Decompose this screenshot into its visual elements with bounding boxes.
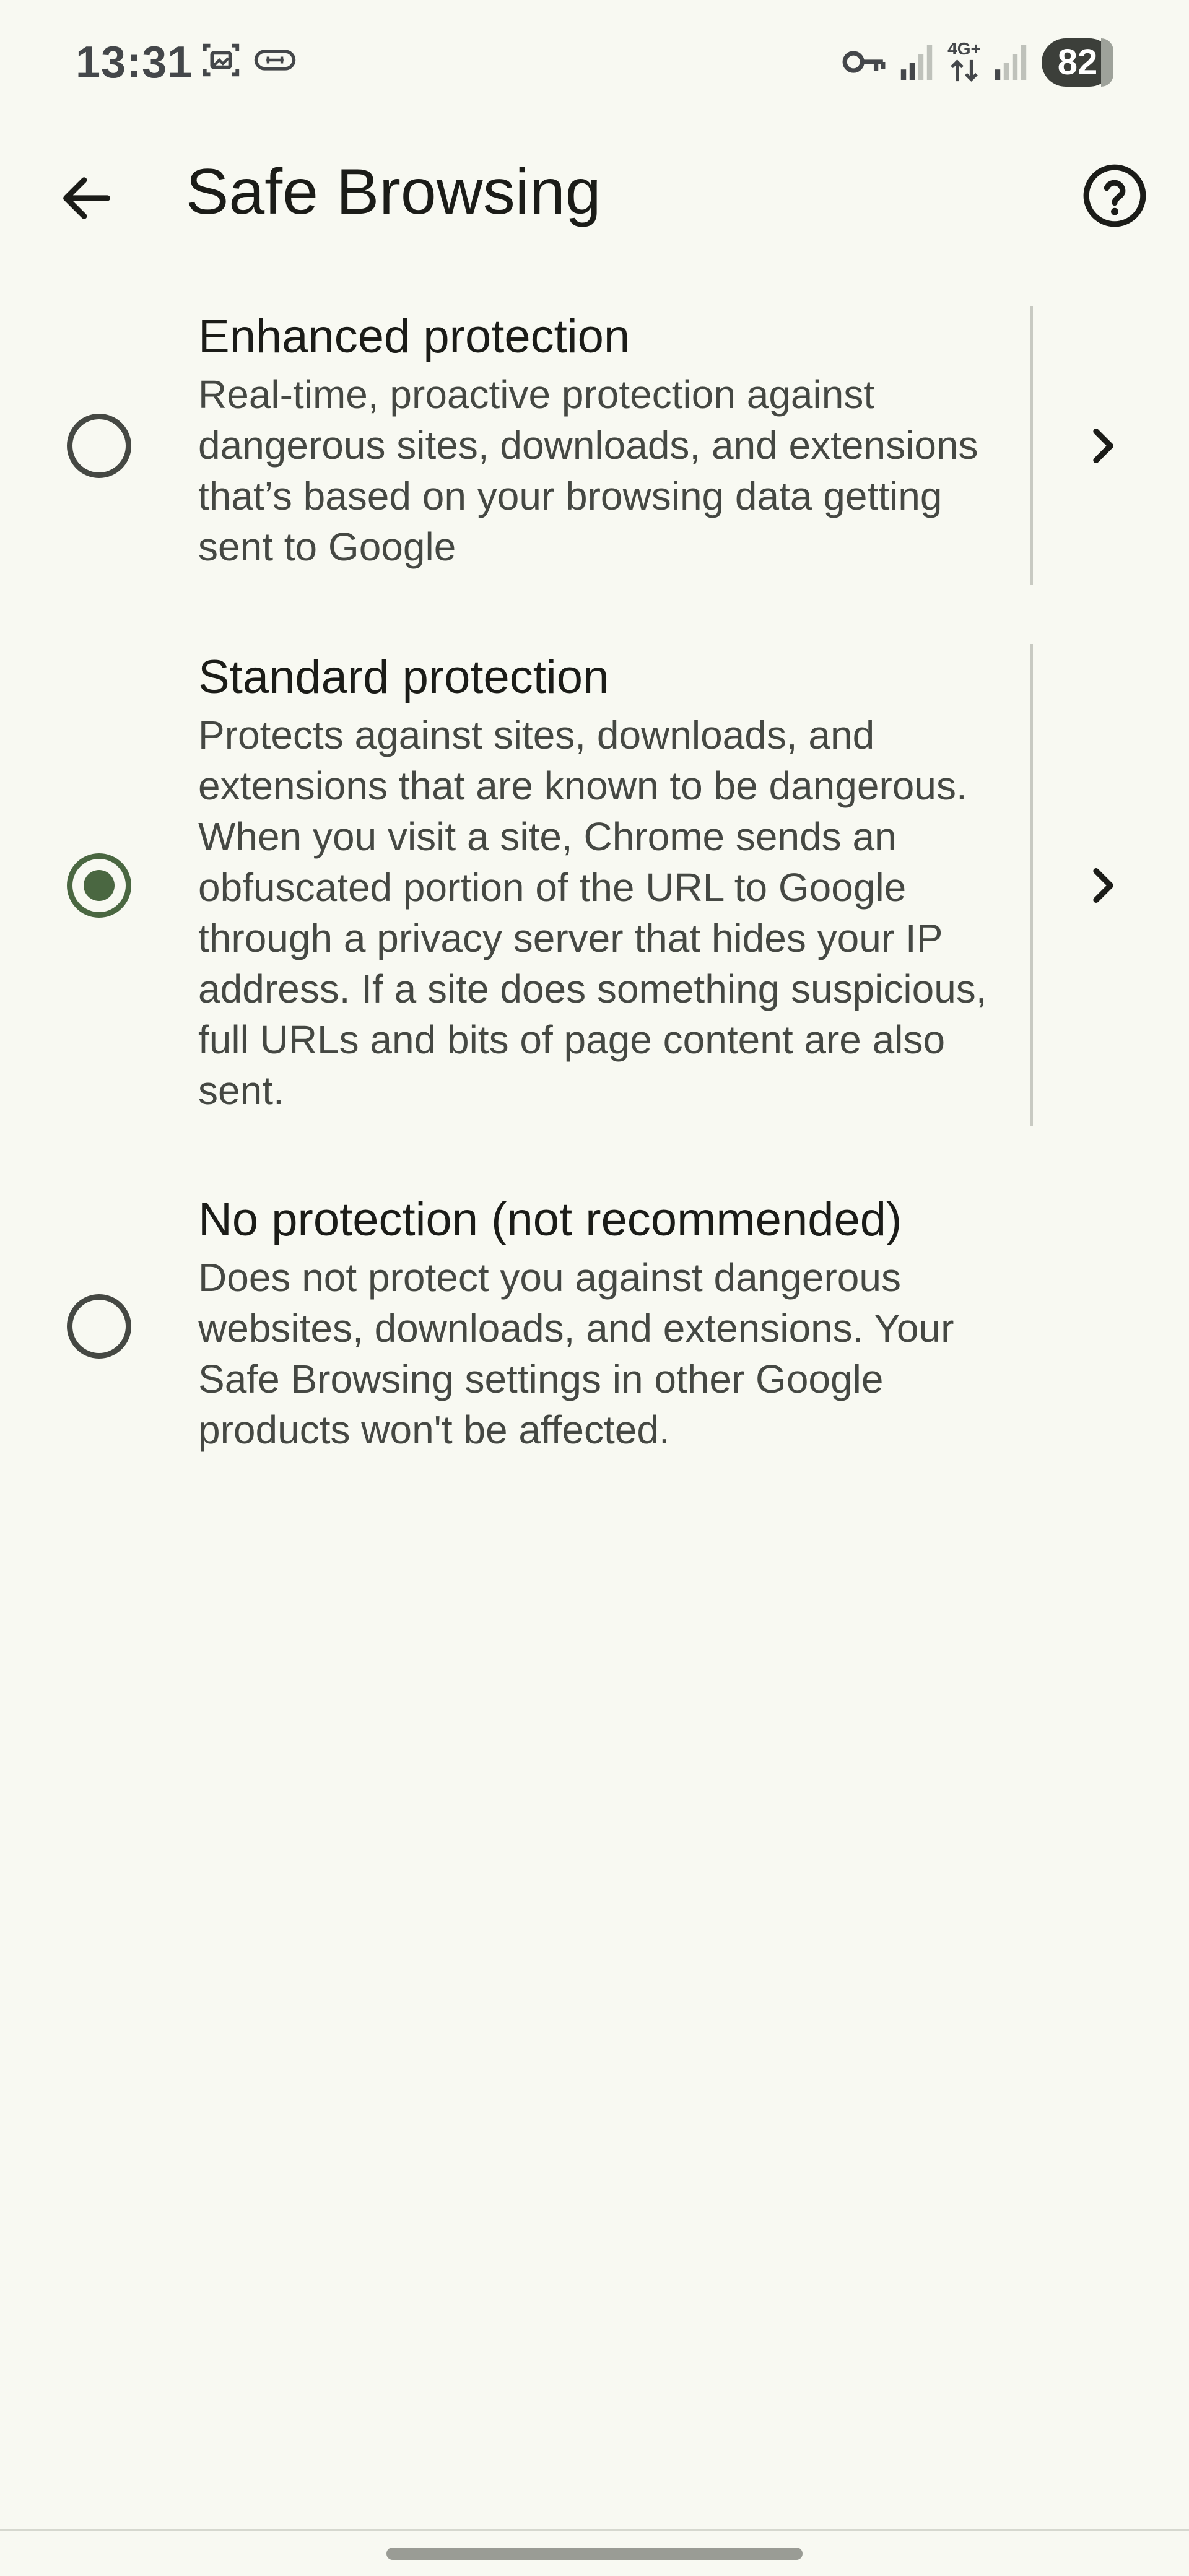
details-button-standard[interactable] bbox=[1065, 848, 1139, 923]
vpn-key-icon bbox=[842, 51, 886, 73]
signal-icon-2 bbox=[995, 45, 1027, 80]
screenshot-icon bbox=[203, 43, 240, 77]
signal-icon bbox=[900, 45, 933, 80]
gesture-nav-handle[interactable] bbox=[386, 2548, 803, 2560]
battery-level: 82 bbox=[1057, 42, 1098, 82]
link-icon bbox=[254, 50, 296, 71]
network-4g-label: 4G+ bbox=[947, 39, 981, 58]
radio-standard-protection[interactable] bbox=[67, 853, 131, 918]
option-title: Enhanced protection bbox=[198, 310, 630, 363]
option-description: Protects against sites, downloads, and e… bbox=[198, 713, 987, 1113]
help-button[interactable] bbox=[1071, 152, 1158, 239]
data-arrows-icon bbox=[951, 59, 978, 82]
option-title: No protection (not recommended) bbox=[198, 1193, 902, 1246]
chevron-right-icon bbox=[1093, 429, 1113, 463]
back-button[interactable] bbox=[43, 155, 130, 242]
option-standard-protection[interactable]: Standard protection Protects against sit… bbox=[0, 644, 1189, 1127]
page-title: Safe Browsing bbox=[186, 156, 601, 228]
network-4g-icon: 4G+ bbox=[945, 40, 983, 85]
radio-no-protection[interactable] bbox=[67, 1294, 131, 1359]
option-description: Does not protect you against dangerous w… bbox=[198, 1255, 954, 1452]
radio-enhanced-protection[interactable] bbox=[67, 414, 131, 478]
status-bar: 13:31 4G+ 82 bbox=[0, 0, 1189, 124]
chevron-right-icon bbox=[1093, 868, 1113, 903]
help-circle-icon bbox=[1083, 164, 1146, 227]
divider bbox=[1030, 306, 1033, 585]
option-enhanced-protection[interactable]: Enhanced protection Real-time, proactive… bbox=[0, 303, 1189, 588]
option-description: Real-time, proactive protection against … bbox=[198, 372, 978, 569]
battery-indicator: 82 bbox=[1042, 38, 1113, 87]
option-title: Standard protection bbox=[198, 651, 609, 703]
app-bar: Safe Browsing bbox=[0, 124, 1189, 254]
arrow-back-icon bbox=[63, 177, 110, 219]
details-button-enhanced[interactable] bbox=[1065, 409, 1139, 483]
bottom-divider bbox=[0, 2529, 1189, 2531]
divider bbox=[1030, 644, 1033, 1126]
status-time: 13:31 bbox=[76, 38, 193, 87]
option-no-protection[interactable]: No protection (not recommended) Does not… bbox=[0, 1186, 1189, 1465]
